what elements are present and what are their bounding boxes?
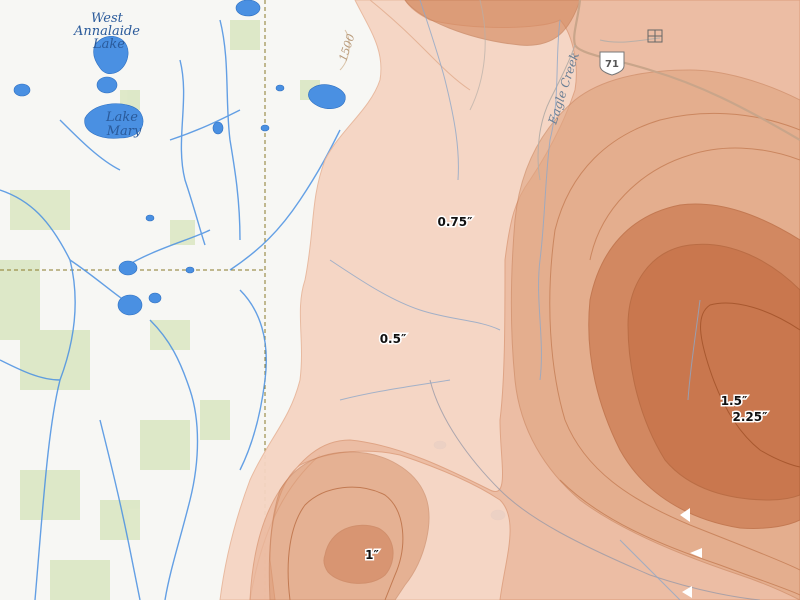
map-canvas[interactable]: 71 West Annalaide Lake Lake Mary 1500 Ea…	[0, 0, 800, 600]
highway-shield[interactable]: 71	[599, 51, 625, 76]
map-view[interactable]: 71 West Annalaide Lake Lake Mary 1500 Ea…	[0, 0, 800, 600]
lake-label-mary: Lake Mary	[105, 110, 142, 139]
precip-label-0-75: 0.75″	[438, 215, 474, 229]
precip-label-0-5: 0.5″	[380, 332, 407, 346]
highway-number: 71	[605, 59, 619, 70]
precip-label-1-5: 1.5″	[721, 394, 748, 408]
precip-label-1: 1″	[365, 548, 379, 562]
precip-label-2-25: 2.25″	[733, 410, 769, 424]
